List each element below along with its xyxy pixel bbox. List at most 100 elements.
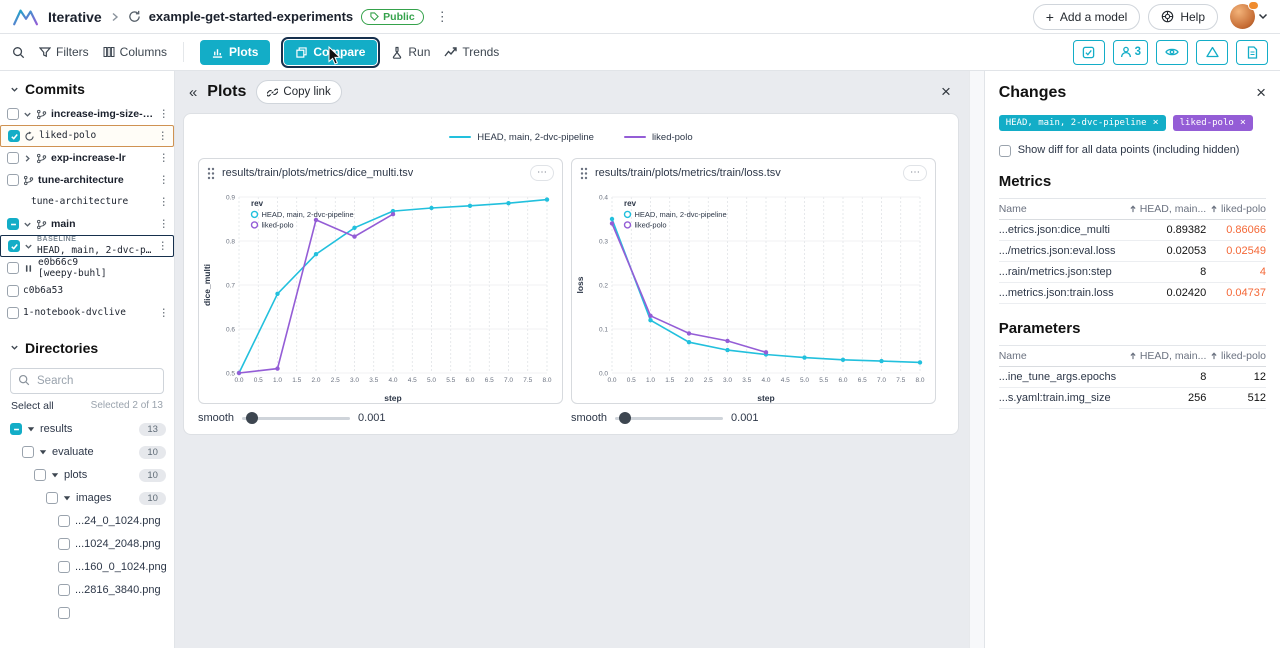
tree-checkbox[interactable] <box>58 515 70 527</box>
row-menu-kebab[interactable]: ⋮ <box>158 108 169 120</box>
tree-folder-row[interactable]: evaluate10 <box>0 441 174 464</box>
main-scrollbar-gutter[interactable] <box>969 71 984 648</box>
collaborators-button[interactable]: 3 <box>1113 40 1148 65</box>
commit-row[interactable]: c0b6a53 <box>0 280 174 302</box>
row-menu-kebab[interactable]: ⋮ <box>158 196 169 208</box>
tree-folder-row[interactable]: results13 <box>0 418 174 441</box>
commit-checkbox[interactable] <box>7 285 19 297</box>
commit-checkbox[interactable] <box>7 152 19 164</box>
row-menu-kebab[interactable]: ⋮ <box>158 174 169 186</box>
value-revision-b: 0.86066 <box>1206 220 1266 241</box>
commit-row[interactable]: 1-notebook-dvclive⋮ <box>0 302 174 324</box>
tree-file-row[interactable]: ...1024_2048.png <box>0 533 174 556</box>
plot-menu-button[interactable]: ⋯ <box>903 165 927 181</box>
repo-menu-kebab[interactable]: ⋮ <box>432 9 453 25</box>
commits-section-header[interactable]: Commits <box>0 71 174 103</box>
revision-tag[interactable]: liked-polo× <box>1173 115 1253 131</box>
tree-checkbox[interactable] <box>58 584 70 596</box>
commit-row[interactable]: tune-architecture⋮ <box>0 169 174 191</box>
slider-thumb[interactable] <box>246 412 258 424</box>
chevron-down-icon[interactable] <box>23 220 32 229</box>
tree-checkbox[interactable] <box>58 607 70 619</box>
avatar[interactable] <box>1230 4 1255 29</box>
add-model-button[interactable]: + Add a model <box>1033 4 1141 30</box>
tree-folder-row[interactable]: images10 <box>0 487 174 510</box>
commit-row[interactable]: liked-polo⋮ <box>0 125 174 147</box>
help-button[interactable]: Help <box>1148 4 1218 30</box>
commit-row[interactable]: increase-img-size-epochs⋮ <box>0 103 174 125</box>
tree-checkbox[interactable] <box>58 538 70 550</box>
copy-link-button[interactable]: Copy link <box>256 80 341 104</box>
svg-text:liked-polo: liked-polo <box>262 221 294 230</box>
run-button[interactable]: Run <box>391 45 430 59</box>
row-menu-kebab[interactable]: ⋮ <box>158 152 169 164</box>
commit-checkbox[interactable] <box>7 307 19 319</box>
smooth-slider[interactable] <box>615 417 723 420</box>
changes-close-button[interactable]: × <box>1256 83 1266 103</box>
commit-checkbox[interactable] <box>7 262 19 274</box>
drag-handle-icon[interactable] <box>580 167 588 180</box>
filters-button[interactable]: Filters <box>39 45 89 59</box>
smooth-slider[interactable] <box>242 417 350 420</box>
plots-icon <box>212 47 223 58</box>
tasks-button[interactable] <box>1073 40 1105 65</box>
caret-down-icon[interactable] <box>39 448 47 456</box>
commit-checkbox[interactable] <box>8 130 20 142</box>
brand-name[interactable]: Iterative <box>48 9 102 25</box>
select-all-link[interactable]: Select all <box>11 400 54 412</box>
tree-folder-row[interactable]: plots10 <box>0 464 174 487</box>
commit-row[interactable]: tune-architecture⋮ <box>24 191 174 213</box>
plots-button[interactable]: Plots <box>200 40 270 65</box>
commit-row[interactable]: e0b66c9[weepy-buhl] <box>0 257 174 280</box>
user-menu[interactable] <box>1230 4 1268 29</box>
tree-checkbox[interactable] <box>34 469 46 481</box>
caret-down-icon[interactable] <box>27 425 35 433</box>
show-diff-toggle[interactable]: Show diff for all data points (including… <box>999 144 1266 157</box>
chevron-down-icon[interactable] <box>23 110 32 119</box>
row-menu-kebab[interactable]: ⋮ <box>157 240 168 252</box>
row-menu-kebab[interactable]: ⋮ <box>158 218 169 230</box>
commit-checkbox[interactable] <box>7 218 19 230</box>
directories-section-header[interactable]: Directories <box>0 330 174 362</box>
commit-row[interactable]: exp-increase-lr⋮ <box>0 147 174 169</box>
visibility-button[interactable] <box>1156 40 1188 65</box>
slider-thumb[interactable] <box>619 412 631 424</box>
directories-search-input[interactable] <box>10 368 164 394</box>
revision-tag[interactable]: HEAD, main, 2-dvc-pipeline× <box>999 115 1166 131</box>
remove-revision-icon[interactable]: × <box>1153 118 1159 128</box>
tree-file-row[interactable] <box>0 602 174 625</box>
tree-checkbox[interactable] <box>10 423 22 435</box>
compare-icon <box>296 47 307 58</box>
commit-checkbox[interactable] <box>7 174 19 186</box>
plot-menu-button[interactable]: ⋯ <box>530 165 554 181</box>
trends-button[interactable]: Trends <box>444 45 499 59</box>
tree-file-row[interactable]: ...2816_3840.png <box>0 579 174 602</box>
search-button[interactable] <box>12 46 25 59</box>
compare-button[interactable]: Compare <box>284 40 377 65</box>
chevron-right-icon[interactable] <box>23 154 32 163</box>
report-button[interactable] <box>1236 40 1268 65</box>
show-diff-checkbox[interactable] <box>999 145 1011 157</box>
commit-checkbox[interactable] <box>7 108 19 120</box>
plots-close-button[interactable]: × <box>941 82 951 102</box>
top-bar: Iterative example-get-started-experiment… <box>0 0 1280 34</box>
delta-button[interactable] <box>1196 40 1228 65</box>
row-menu-kebab[interactable]: ⋮ <box>158 307 169 319</box>
caret-down-icon[interactable] <box>63 494 71 502</box>
commit-row[interactable]: main⋮ <box>0 213 174 235</box>
caret-down-icon[interactable] <box>51 471 59 479</box>
commit-checkbox[interactable] <box>8 240 20 252</box>
tree-checkbox[interactable] <box>58 561 70 573</box>
tree-checkbox[interactable] <box>22 446 34 458</box>
repo-name[interactable]: example-get-started-experiments <box>149 9 353 24</box>
tree-file-row[interactable]: ...160_0_1024.png <box>0 556 174 579</box>
remove-revision-icon[interactable]: × <box>1240 118 1246 128</box>
drag-handle-icon[interactable] <box>207 167 215 180</box>
commit-row[interactable]: BASELINEHEAD, main, 2-dvc-pip…⋮ <box>0 235 174 257</box>
row-menu-kebab[interactable]: ⋮ <box>157 130 168 142</box>
collapse-panel-button[interactable]: « <box>189 84 197 101</box>
tree-file-row[interactable]: ...24_0_1024.png <box>0 510 174 533</box>
chevron-down-icon[interactable] <box>24 242 33 251</box>
columns-button[interactable]: Columns <box>103 45 167 59</box>
tree-checkbox[interactable] <box>46 492 58 504</box>
